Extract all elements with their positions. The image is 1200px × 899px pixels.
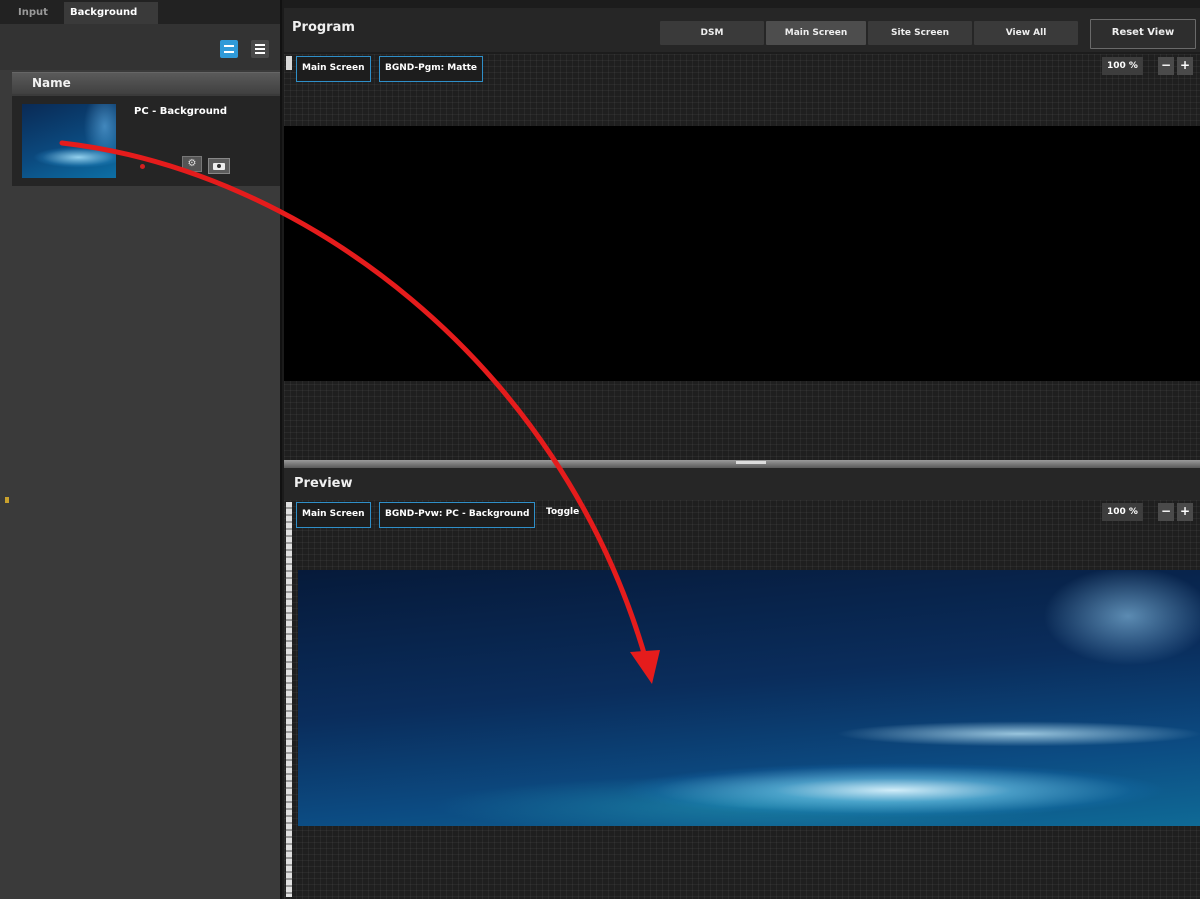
program-panel: Program DSM Main Screen Site Screen View… — [284, 0, 1200, 506]
background-list-item[interactable]: PC - Background ⚙ — [12, 96, 280, 186]
tab-input[interactable]: Input — [12, 2, 54, 24]
left-panel: Input Background Name PC - Background ⚙ — [0, 0, 282, 899]
program-edge-bar[interactable] — [286, 56, 292, 70]
preview-zoom-in-button[interactable]: + — [1177, 503, 1193, 521]
dsm-button[interactable]: DSM — [660, 21, 764, 45]
adjust-icon[interactable]: ⚙ — [182, 156, 202, 172]
camera-icon-lens — [217, 164, 221, 168]
view-toggle-row — [0, 24, 280, 70]
reset-view-button[interactable]: Reset View — [1090, 19, 1196, 49]
background-item-name: PC - Background — [134, 106, 228, 117]
left-tab-bar: Input Background — [0, 0, 280, 24]
preview-panel: Preview Main Screen BGND-Pvw: PC - Backg… — [284, 468, 1200, 899]
preview-title: Preview — [294, 476, 353, 491]
toggle-button[interactable]: Toggle — [546, 507, 579, 517]
splitter-grip[interactable] — [736, 461, 766, 464]
program-zoom-out-button[interactable]: − — [1158, 57, 1174, 75]
panel-resize-handle[interactable] — [5, 497, 9, 503]
program-zoom-level: 100 % — [1102, 57, 1143, 75]
camera-icon[interactable] — [208, 158, 230, 174]
list-view-icon-line — [255, 52, 265, 54]
preview-main-screen-chip[interactable]: Main Screen — [296, 502, 371, 528]
program-canvas[interactable]: Main Screen BGND-Pgm: Matte 100 % − + — [284, 54, 1200, 506]
tab-background[interactable]: Background — [64, 2, 158, 24]
preview-bgnd-chip[interactable]: BGND-Pvw: PC - Background — [379, 502, 536, 528]
thumbnail-view-button[interactable] — [220, 40, 238, 58]
preview-canvas[interactable]: Main Screen BGND-Pvw: PC - Background To… — [284, 500, 1200, 899]
thumbnail-view-icon-line — [224, 51, 234, 53]
preview-edge-bar[interactable] — [286, 502, 292, 897]
program-zoom-in-button[interactable]: + — [1177, 57, 1193, 75]
program-main-screen-chip[interactable]: Main Screen — [296, 56, 371, 82]
name-column-header[interactable]: Name — [12, 72, 280, 94]
background-thumbnail[interactable] — [22, 104, 116, 178]
preview-header: Preview — [284, 468, 1200, 500]
program-bgnd-chip[interactable]: BGND-Pgm: Matte — [379, 56, 484, 82]
preview-zoom-out-button[interactable]: − — [1158, 503, 1174, 521]
preview-zoom-level: 100 % — [1102, 503, 1143, 521]
program-header: Program DSM Main Screen Site Screen View… — [284, 8, 1200, 52]
list-view-icon-line — [255, 48, 265, 50]
list-view-button[interactable] — [251, 40, 269, 58]
name-column-label: Name — [32, 76, 71, 90]
site-screen-button[interactable]: Site Screen — [868, 21, 972, 45]
view-all-button[interactable]: View All — [974, 21, 1078, 45]
list-view-icon — [255, 44, 265, 46]
thumbnail-view-icon — [224, 45, 234, 47]
status-indicator — [140, 164, 145, 169]
main-screen-button[interactable]: Main Screen — [766, 21, 866, 45]
preview-background-image[interactable] — [298, 570, 1200, 826]
program-title: Program — [292, 20, 355, 35]
program-output-area[interactable] — [284, 126, 1200, 381]
